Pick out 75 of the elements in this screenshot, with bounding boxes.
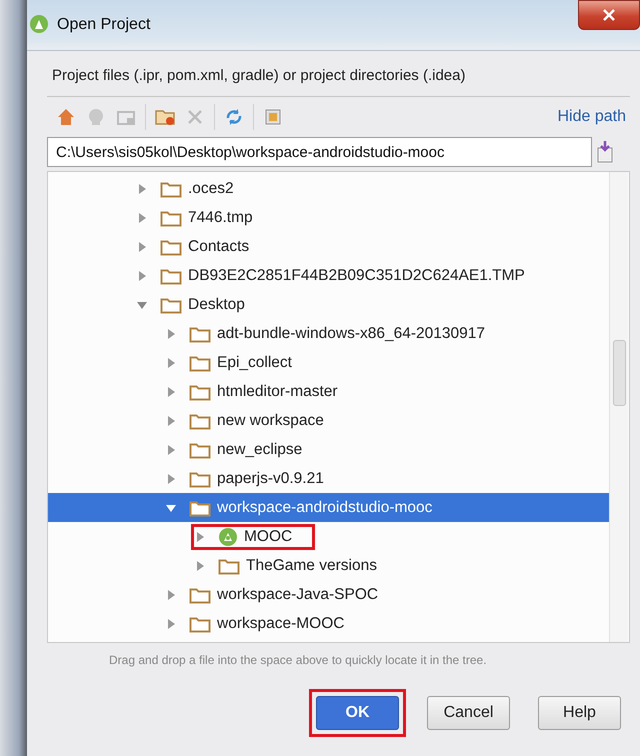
expand-arrow-icon[interactable] [165, 444, 177, 456]
folder-icon [218, 556, 240, 574]
expand-arrow-icon[interactable] [136, 270, 148, 282]
tree-row[interactable]: paperjs-v0.9.21 [48, 464, 609, 493]
tree-item-label: DB93E2C2851F44B2B09C351D2C624AE1.TMP [188, 266, 525, 284]
android-project-icon [218, 526, 238, 546]
tree-item-label: 7446.tmp [188, 208, 253, 226]
folder-icon [160, 208, 182, 226]
close-icon [603, 9, 615, 21]
tree-row[interactable]: DB93E2C2851F44B2B09C351D2C624AE1.TMP [48, 261, 609, 290]
tree-item-label: Contacts [188, 238, 250, 256]
expand-arrow-icon[interactable] [194, 530, 206, 542]
tree-row[interactable]: htmleditor-master [48, 377, 609, 406]
tree-row[interactable]: Desktop [48, 290, 609, 319]
expand-arrow-icon[interactable] [165, 328, 177, 340]
tree-item-label: htmleditor-master [217, 382, 338, 400]
tree-item-label: Desktop [188, 296, 245, 314]
folder-icon [189, 354, 211, 372]
dialog-button[interactable]: Cancel [427, 696, 510, 730]
tree-row[interactable]: new workspace [48, 406, 609, 435]
tree-row[interactable]: new_eclipse [48, 435, 609, 464]
clipboard-icon[interactable] [596, 140, 614, 164]
tree-row[interactable]: workspace-Java-SPOC [48, 580, 609, 609]
expand-arrow-icon[interactable] [165, 472, 177, 484]
folder-icon [160, 180, 182, 198]
tree-item-label: workspace-MOOC [217, 614, 344, 632]
folder-icon [189, 498, 211, 516]
expand-arrow-icon[interactable] [136, 212, 148, 224]
folder-icon [160, 296, 182, 314]
tree-row[interactable]: workspace-androidstudio-mooc [48, 493, 609, 522]
expand-arrow-icon[interactable] [136, 182, 148, 194]
expand-arrow-icon[interactable] [194, 560, 206, 572]
dialog-description: Project files (.ipr, pom.xml, gradle) or project directories (.idea) [47, 51, 630, 97]
folder-icon [189, 324, 211, 342]
folder-icon [189, 412, 211, 430]
tree-row[interactable]: workspace-MOOC [48, 609, 609, 638]
tree-row[interactable]: Epi_collect [48, 348, 609, 377]
tree-item-label: new workspace [217, 412, 324, 430]
path-field[interactable]: C:\Users\sis05kol\Desktop\workspace-androidstudio-mooc [47, 137, 592, 167]
expand-arrow-icon[interactable] [165, 386, 177, 398]
tree-item-label: MOOC [244, 528, 292, 546]
folder-icon [160, 266, 182, 284]
folder-icon [189, 440, 211, 458]
close-button[interactable] [578, 0, 640, 30]
tree-item-label: workspace-androidstudio-mooc [217, 498, 432, 516]
tree-item-label: paperjs-v0.9.21 [217, 470, 324, 488]
tree-item-label: .oces2 [188, 180, 234, 198]
folder-icon [189, 382, 211, 400]
dialog-button[interactable]: OK [316, 696, 399, 730]
expand-arrow-icon[interactable] [165, 414, 177, 426]
folder-icon [160, 238, 182, 256]
hint-text: Drag and drop a file into the space above to quickly locate it in the tree. [108, 652, 488, 667]
window-title: Open Project [57, 15, 152, 35]
expand-arrow-icon[interactable] [136, 240, 148, 252]
dialog-button[interactable]: Help [538, 696, 621, 730]
android-studio-logo-icon [29, 14, 49, 34]
tree-item-label: adt-bundle-windows-x86_64-20130917 [217, 324, 485, 342]
tree-row[interactable]: .oces2 [48, 174, 609, 203]
expand-arrow-icon[interactable] [165, 356, 177, 368]
tree-item-label: workspace-Java-SPOC [217, 586, 378, 604]
tree-item-label: Epi_collect [217, 354, 292, 372]
expand-arrow-icon[interactable] [165, 588, 177, 600]
tree-item-label: TheGame versions [246, 556, 377, 574]
expand-arrow-icon[interactable] [165, 618, 177, 630]
tree-row[interactable]: Contacts [48, 232, 609, 261]
tree-row[interactable]: 7446.tmp [48, 203, 609, 232]
tree-row[interactable]: TheGame versions [48, 551, 609, 580]
folder-icon [189, 586, 211, 604]
folder-icon [189, 614, 211, 632]
tree-item-label: new_eclipse [217, 440, 302, 458]
tree-row[interactable]: MOOC [48, 522, 609, 551]
tree-row[interactable]: adt-bundle-windows-x86_64-20130917 [48, 319, 609, 348]
scrollbar[interactable] [609, 172, 628, 642]
hide-path-link[interactable]: Hide path [558, 108, 626, 126]
folder-icon [189, 470, 211, 488]
